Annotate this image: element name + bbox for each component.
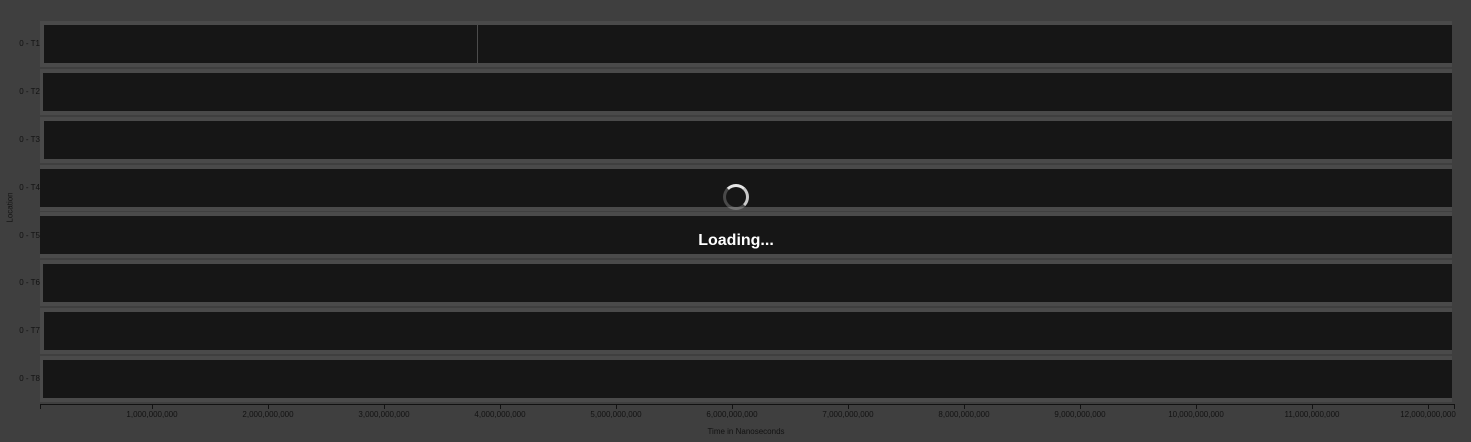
x-tick xyxy=(848,404,849,409)
x-tick xyxy=(1080,404,1081,409)
timeline-lane-t7[interactable] xyxy=(44,312,1452,350)
x-axis-end-tick xyxy=(1454,404,1455,409)
x-tick xyxy=(1312,404,1313,409)
x-tick xyxy=(1196,404,1197,409)
x-tick xyxy=(1428,404,1429,409)
x-axis-title: Time in Nanoseconds xyxy=(707,427,785,436)
x-tick-label: 9,000,000,000 xyxy=(1054,410,1106,419)
x-tick-label: 6,000,000,000 xyxy=(706,410,758,419)
row-label-t1: 0 - T1 xyxy=(19,39,40,48)
x-tick xyxy=(732,404,733,409)
event-marker[interactable] xyxy=(477,25,478,63)
row-label-t2: 0 - T2 xyxy=(19,87,40,96)
x-tick-label: 2,000,000,000 xyxy=(242,410,294,419)
timeline-lane-t3[interactable] xyxy=(44,121,1452,159)
row-label-t3: 0 - T3 xyxy=(19,135,40,144)
x-tick-label: 1,000,000,000 xyxy=(126,410,178,419)
row-label-t7: 0 - T7 xyxy=(19,326,40,335)
timeline-lane-t6[interactable] xyxy=(43,264,1452,302)
row-label-t4: 0 - T4 xyxy=(19,183,40,192)
x-tick-label: 12,000,000,000 xyxy=(1400,410,1456,419)
x-tick xyxy=(500,404,501,409)
x-tick xyxy=(616,404,617,409)
loading-text: Loading... xyxy=(698,232,774,249)
row-label-t6: 0 - T6 xyxy=(19,278,40,287)
x-tick-label: 11,000,000,000 xyxy=(1284,410,1340,419)
x-tick-label: 10,000,000,000 xyxy=(1168,410,1224,419)
x-axis-origin-tick xyxy=(40,404,41,409)
x-tick xyxy=(964,404,965,409)
x-tick-label: 5,000,000,000 xyxy=(590,410,642,419)
timeline-view: Location 0 - T1 0 - T2 0 - T3 0 - T4 0 -… xyxy=(0,0,1471,442)
x-tick-label: 8,000,000,000 xyxy=(938,410,990,419)
x-tick xyxy=(268,404,269,409)
x-tick xyxy=(152,404,153,409)
loading-overlay: Loading... xyxy=(676,184,796,250)
row-label-t8: 0 - T8 xyxy=(19,374,40,383)
x-tick-label: 4,000,000,000 xyxy=(474,410,526,419)
spinner-icon xyxy=(723,184,749,210)
x-tick-label: 7,000,000,000 xyxy=(822,410,874,419)
timeline-lane-t2[interactable] xyxy=(43,73,1452,111)
row-label-t5: 0 - T5 xyxy=(19,231,40,240)
x-axis-line xyxy=(40,404,1454,405)
timeline-lane-t1[interactable] xyxy=(44,25,1452,63)
x-tick xyxy=(384,404,385,409)
x-tick-label: 3,000,000,000 xyxy=(358,410,410,419)
timeline-lane-t8[interactable] xyxy=(43,360,1452,398)
